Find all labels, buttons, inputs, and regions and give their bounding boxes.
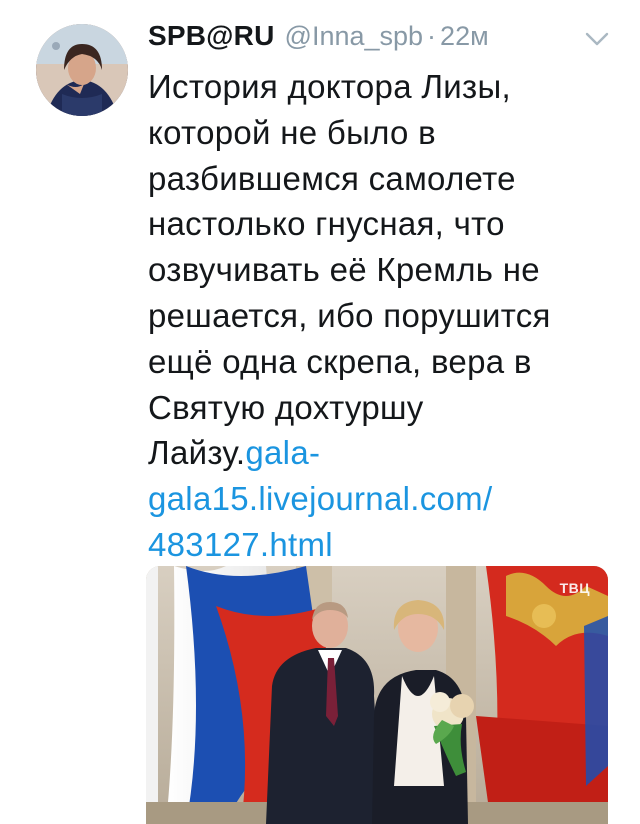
tweet-text-line: История доктора Лизы, — [148, 68, 511, 105]
tweet-text-line: разбившемся самолете — [148, 159, 516, 197]
channel-logo: ТВЦ — [559, 580, 590, 596]
avatar[interactable] — [36, 24, 128, 116]
tweet-text-fragment: Лайзу. — [148, 434, 246, 472]
tweet-text-line: озвучивать её Кремль не — [148, 251, 540, 289]
tweet-media-photo[interactable]: ТВЦ — [146, 566, 608, 824]
user-handle[interactable]: @Inna_spb — [285, 21, 424, 52]
timestamp[interactable]: 22м — [440, 21, 489, 52]
avatar-image — [36, 24, 128, 116]
tweet-text-line: решается, ибо порушится — [148, 296, 551, 334]
tweet-text: История доктора Лизы, которой не было в … — [148, 64, 618, 568]
tweet-header: SPB@RU @Inna_spb · 22м — [148, 20, 489, 56]
tweet-link[interactable]: gala- — [245, 434, 320, 471]
tweet-text-line: которой не было в — [148, 113, 436, 151]
tweet-text-line: настолько гнусная, что — [148, 205, 505, 243]
tweet-link[interactable]: gala15.livejournal.com/ — [148, 476, 618, 522]
tweet: SPB@RU @Inna_spb · 22м История доктора Л… — [0, 0, 640, 824]
tweet-text-line: Лайзу.gala- — [148, 430, 618, 476]
chevron-down-icon[interactable] — [584, 30, 610, 48]
separator-dot: · — [427, 21, 437, 51]
display-name[interactable]: SPB@RU — [148, 20, 275, 52]
tweet-link[interactable]: 483127.html — [148, 522, 618, 568]
photo-image — [146, 566, 608, 824]
tweet-text-line: Святую дохтуршу — [148, 388, 424, 426]
tweet-text-line: ещё одна скрепа, вера в — [148, 342, 532, 380]
